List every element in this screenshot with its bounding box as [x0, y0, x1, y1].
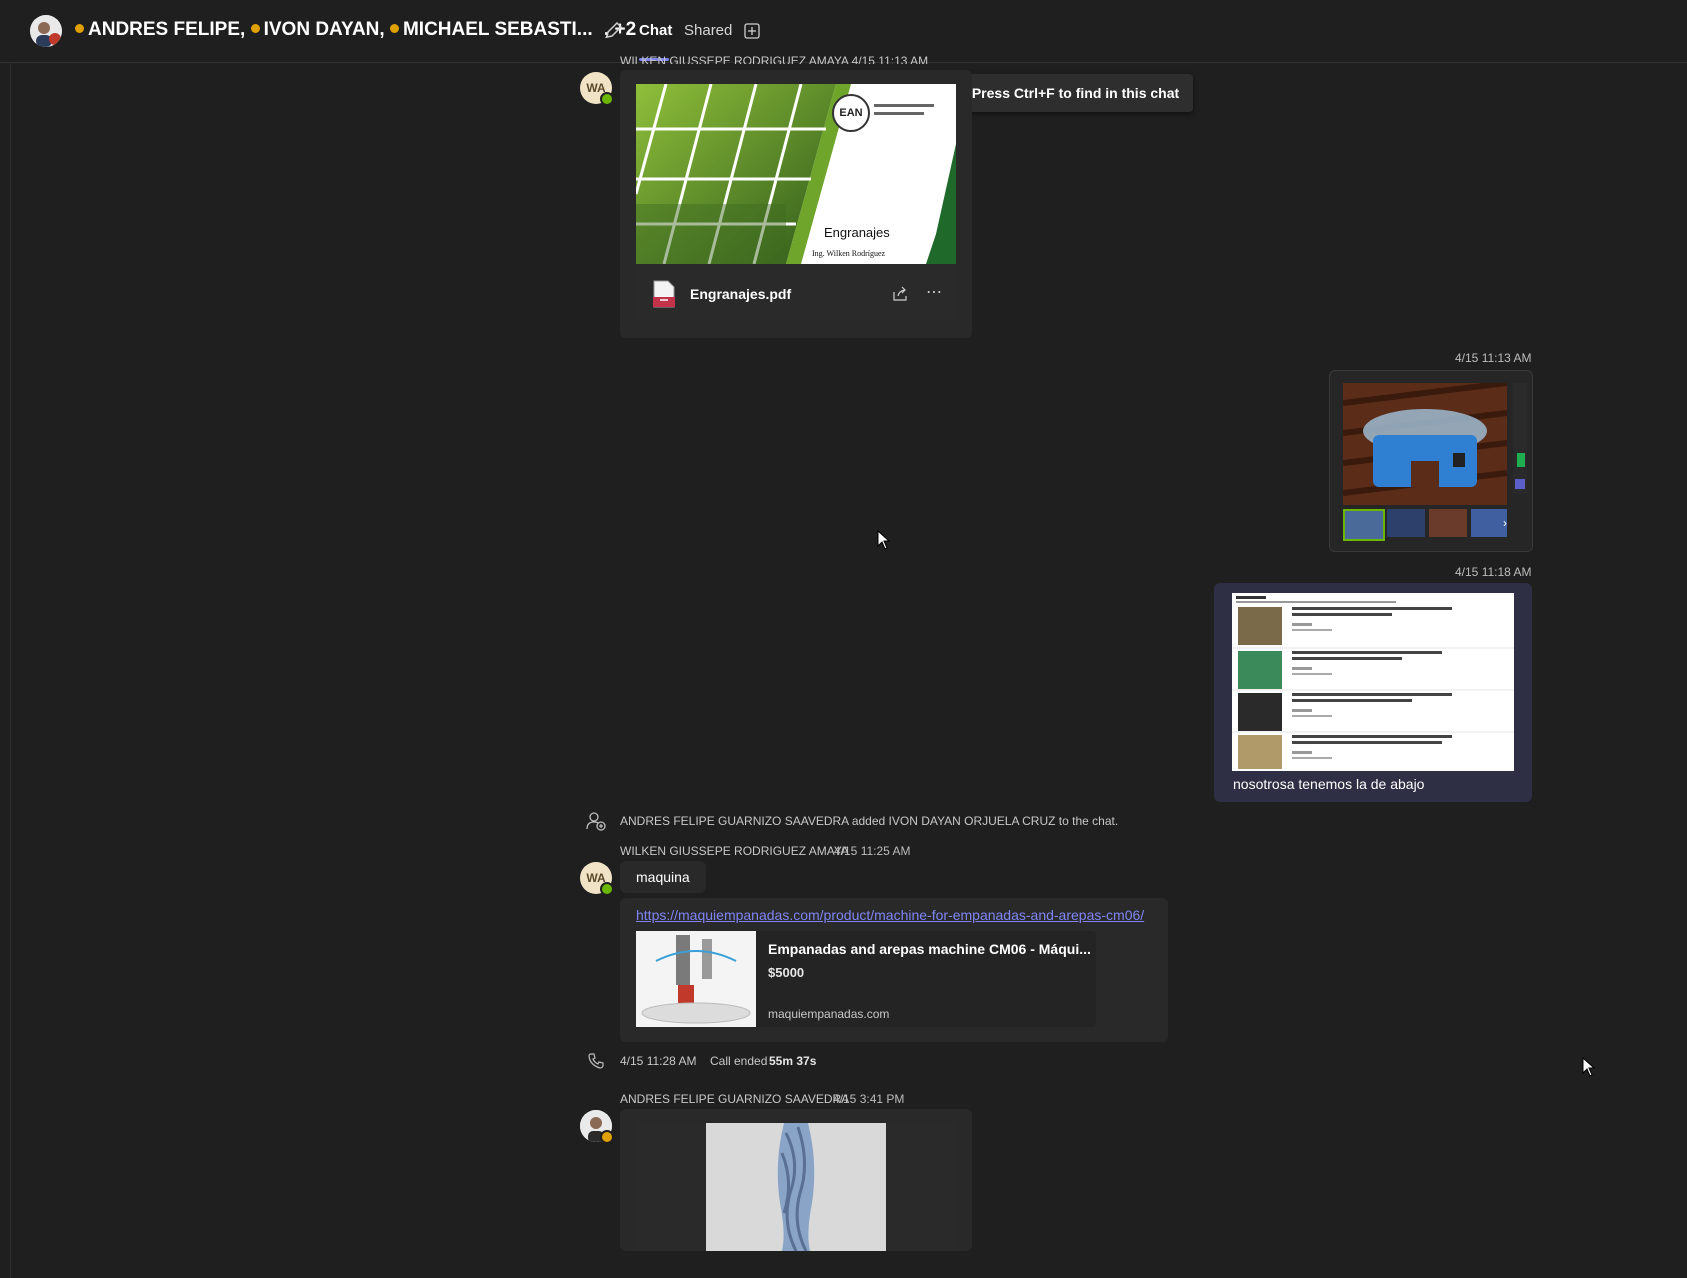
- tab-shared[interactable]: Shared: [684, 22, 732, 39]
- message-link[interactable]: https://maquiempanadas.com/product/machi…: [636, 907, 1144, 923]
- thumbnail[interactable]: [1343, 509, 1385, 541]
- message-sender: ANDRES FELIPE GUARNIZO SAAVEDRA: [620, 1092, 850, 1106]
- away-status-icon: [250, 24, 260, 33]
- message-bubble: [620, 1109, 972, 1251]
- cropped-side-panel: [1513, 383, 1527, 493]
- message-sender-clipped: WILKEN GIUSSEPE RODRIGUEZ AMAYA 4/15 11:…: [620, 54, 929, 64]
- message-timestamp: 4/15 11:13 AM: [1455, 351, 1532, 365]
- link-preview-price: $5000: [768, 965, 805, 980]
- logo-text-line: [874, 104, 934, 107]
- thumbnail-strip[interactable]: ›: [1343, 509, 1507, 541]
- pdf-file-icon: [652, 280, 676, 313]
- mouse-cursor-icon: [1582, 1056, 1596, 1082]
- link-preview-card[interactable]: Empanadas and arepas machine CM06 - Máqu…: [636, 931, 1096, 1027]
- slide-title: Engranajes: [824, 225, 890, 240]
- tab-chat[interactable]: Chat: [639, 22, 672, 39]
- away-status-icon: [389, 24, 399, 33]
- link-message-bubble: https://maquiempanadas.com/product/machi…: [620, 898, 1168, 1042]
- thumbnail[interactable]: [1387, 509, 1425, 537]
- thumbnail[interactable]: [1429, 509, 1467, 537]
- green-indicator: [1517, 453, 1525, 467]
- pdf-preview[interactable]: EAN Engranajes Ing. Wilken Rodríguez: [636, 84, 956, 264]
- mouse-cursor-icon: [877, 529, 891, 555]
- message-sender: WILKEN GIUSSEPE RODRIGUEZ AMAYA: [620, 844, 849, 858]
- image-message[interactable]: ›: [1329, 370, 1533, 552]
- message-timestamp: 4/15 11:25 AM: [834, 844, 911, 858]
- logo-text-line: [874, 112, 924, 115]
- file-card[interactable]: EAN Engranajes Ing. Wilken Rodríguez Eng…: [636, 84, 956, 320]
- person-added-icon: [586, 811, 606, 836]
- call-duration: 55m 37s: [769, 1054, 817, 1068]
- chat-title[interactable]: ANDRES FELIPE, IVON DAYAN, MICHAEL SEBAS…: [75, 19, 636, 41]
- image-card[interactable]: [636, 1123, 956, 1251]
- left-rail: [0, 62, 11, 1278]
- message-timestamp: 4/15 3:41 PM: [833, 1092, 905, 1106]
- call-label: Call ended: [710, 1054, 768, 1068]
- message-timestamp: 4/15 11:18 AM: [1455, 565, 1532, 579]
- vase-image[interactable]: [706, 1123, 886, 1251]
- link-preview-domain: maquiempanadas.com: [768, 1007, 890, 1021]
- message-text: maquina: [636, 869, 690, 885]
- link-preview-image[interactable]: [636, 931, 756, 1027]
- message-text: nosotrosa tenemos la de abajo: [1233, 776, 1425, 792]
- phone-icon: [588, 1053, 604, 1074]
- away-status-icon: [600, 1130, 614, 1144]
- participant-name: ANDRES FELIPE: [88, 19, 241, 40]
- chevron-right-icon[interactable]: ›: [1471, 509, 1507, 537]
- participant-name: IVON DAYAN: [263, 19, 380, 40]
- group-avatar[interactable]: [30, 15, 62, 47]
- slide-author: Ing. Wilken Rodríguez: [812, 249, 886, 258]
- pencil-icon[interactable]: [604, 20, 624, 45]
- system-message: ANDRES FELIPE GUARNIZO SAAVEDRA added IV…: [620, 814, 1119, 828]
- university-logo: EAN: [832, 94, 870, 132]
- my-message-bubble: nosotrosa tenemos la de abajo: [1214, 583, 1532, 802]
- file-name[interactable]: Engranajes.pdf: [690, 286, 791, 302]
- available-status-icon: [600, 92, 614, 106]
- screenshot-attachment[interactable]: [1232, 593, 1514, 771]
- message-bubble: maquina: [620, 861, 706, 893]
- participant-name: MICHAEL SEBASTI...: [402, 19, 593, 40]
- share-icon[interactable]: [892, 286, 908, 305]
- call-time: 4/15 11:28 AM: [620, 1054, 697, 1068]
- add-tab-icon[interactable]: [744, 23, 760, 44]
- find-tooltip: Press Ctrl+F to find in this chat: [958, 74, 1193, 112]
- available-status-icon: [600, 882, 614, 896]
- more-options-icon[interactable]: ⋯: [926, 282, 943, 302]
- purple-indicator: [1515, 479, 1525, 489]
- link-preview-title[interactable]: Empanadas and arepas machine CM06 - Máqu…: [768, 941, 1091, 957]
- product-photo-turntable[interactable]: [1343, 383, 1507, 505]
- away-status-icon: [75, 24, 84, 33]
